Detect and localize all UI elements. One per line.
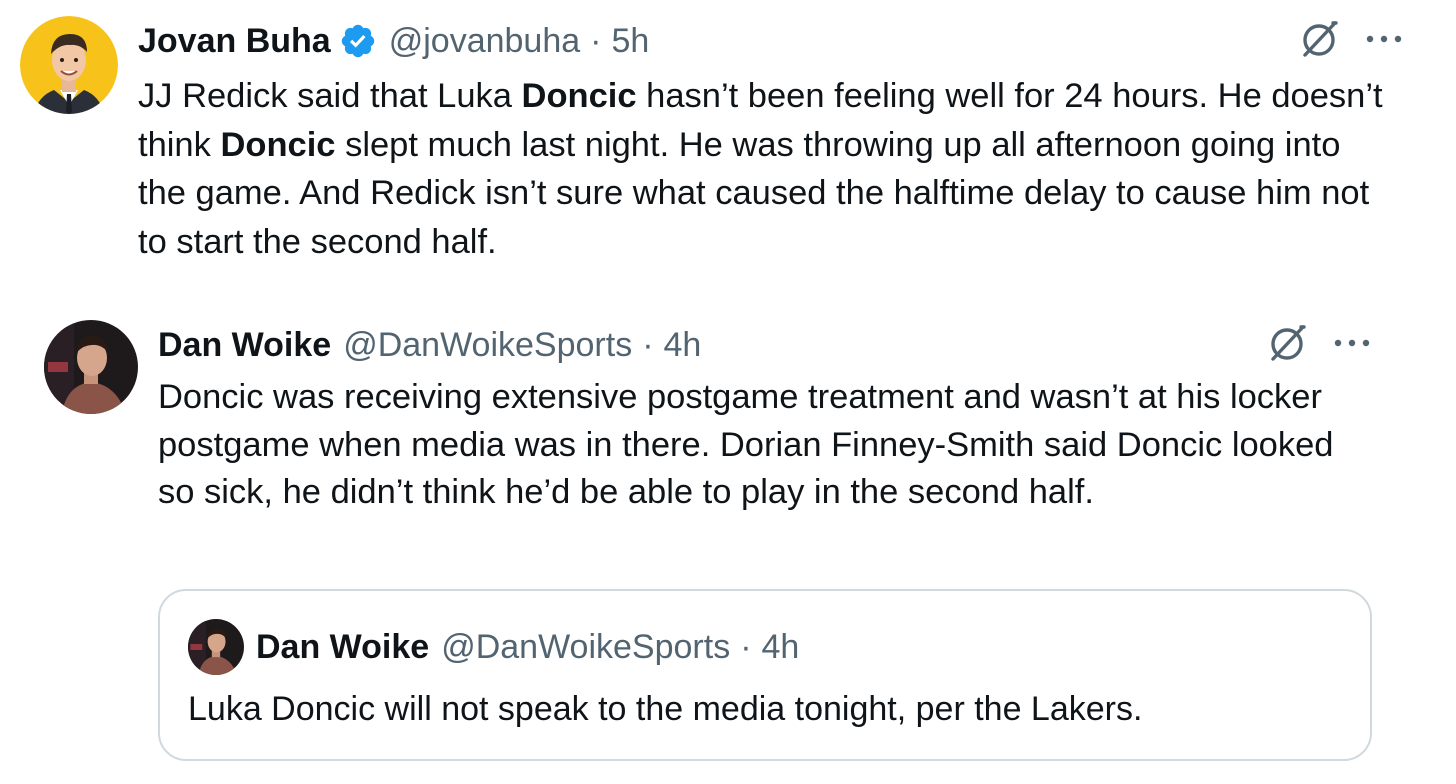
jovan-buha-avatar[interactable] <box>20 16 118 114</box>
author-handle: @DanWoikeSports <box>441 627 731 666</box>
reply-tweet-header: Dan Woike @DanWoikeSports · 4h <box>158 324 701 366</box>
grok-icon[interactable] <box>1266 322 1308 369</box>
separator-dot: · <box>590 21 602 60</box>
bold-keyword: Doncic <box>521 77 637 115</box>
author-handle[interactable]: @jovanbuha <box>389 22 580 61</box>
grok-icon[interactable] <box>1298 18 1340 65</box>
author-handle[interactable]: @DanWoikeSports <box>343 326 632 365</box>
tweet-timestamp: 4h <box>761 627 800 666</box>
bold-keyword: Doncic <box>220 125 336 164</box>
quoted-tweet-card[interactable]: Dan Woike @DanWoikeSports · 4h Luka Donc… <box>158 589 1372 761</box>
quoted-tweet-header: Dan Woike @DanWoikeSports · 4h <box>256 626 799 668</box>
separator-dot: · <box>642 325 654 364</box>
author-name[interactable]: Jovan Buha <box>138 22 331 61</box>
separator-dot: · <box>740 627 752 666</box>
reply-tweet: Dan Woike @DanWoikeSports · 4h Doncic wa… <box>0 300 1456 784</box>
quoted-tweet-text: Luka Doncic will not speak to the media … <box>188 690 1143 728</box>
reply-tweet-text: Doncic was receiving extensive postgame … <box>158 378 1334 511</box>
main-tweet: Jovan Buha @jovanbuha · 5h JJ Redick sai… <box>0 0 1456 290</box>
dan-woike-avatar[interactable] <box>44 320 138 414</box>
main-tweet-header: Jovan Buha @jovanbuha · 5h <box>138 20 649 62</box>
more-icon[interactable] <box>1364 29 1404 54</box>
tweet-timestamp[interactable]: 5h <box>611 22 649 61</box>
quoted-author-avatar <box>188 619 244 675</box>
author-name[interactable]: Dan Woike <box>158 326 331 365</box>
main-tweet-text: JJ Redick said that Luka Doncic hasn’t b… <box>138 72 1388 266</box>
tweet-timestamp[interactable]: 4h <box>664 326 702 365</box>
main-tweet-actions <box>1298 18 1404 64</box>
text-segment: JJ Redick said that Luka <box>138 77 522 115</box>
reply-tweet-actions <box>1266 322 1372 368</box>
more-icon[interactable] <box>1332 333 1372 358</box>
verified-badge-icon <box>339 22 377 60</box>
author-name: Dan Woike <box>256 627 430 666</box>
